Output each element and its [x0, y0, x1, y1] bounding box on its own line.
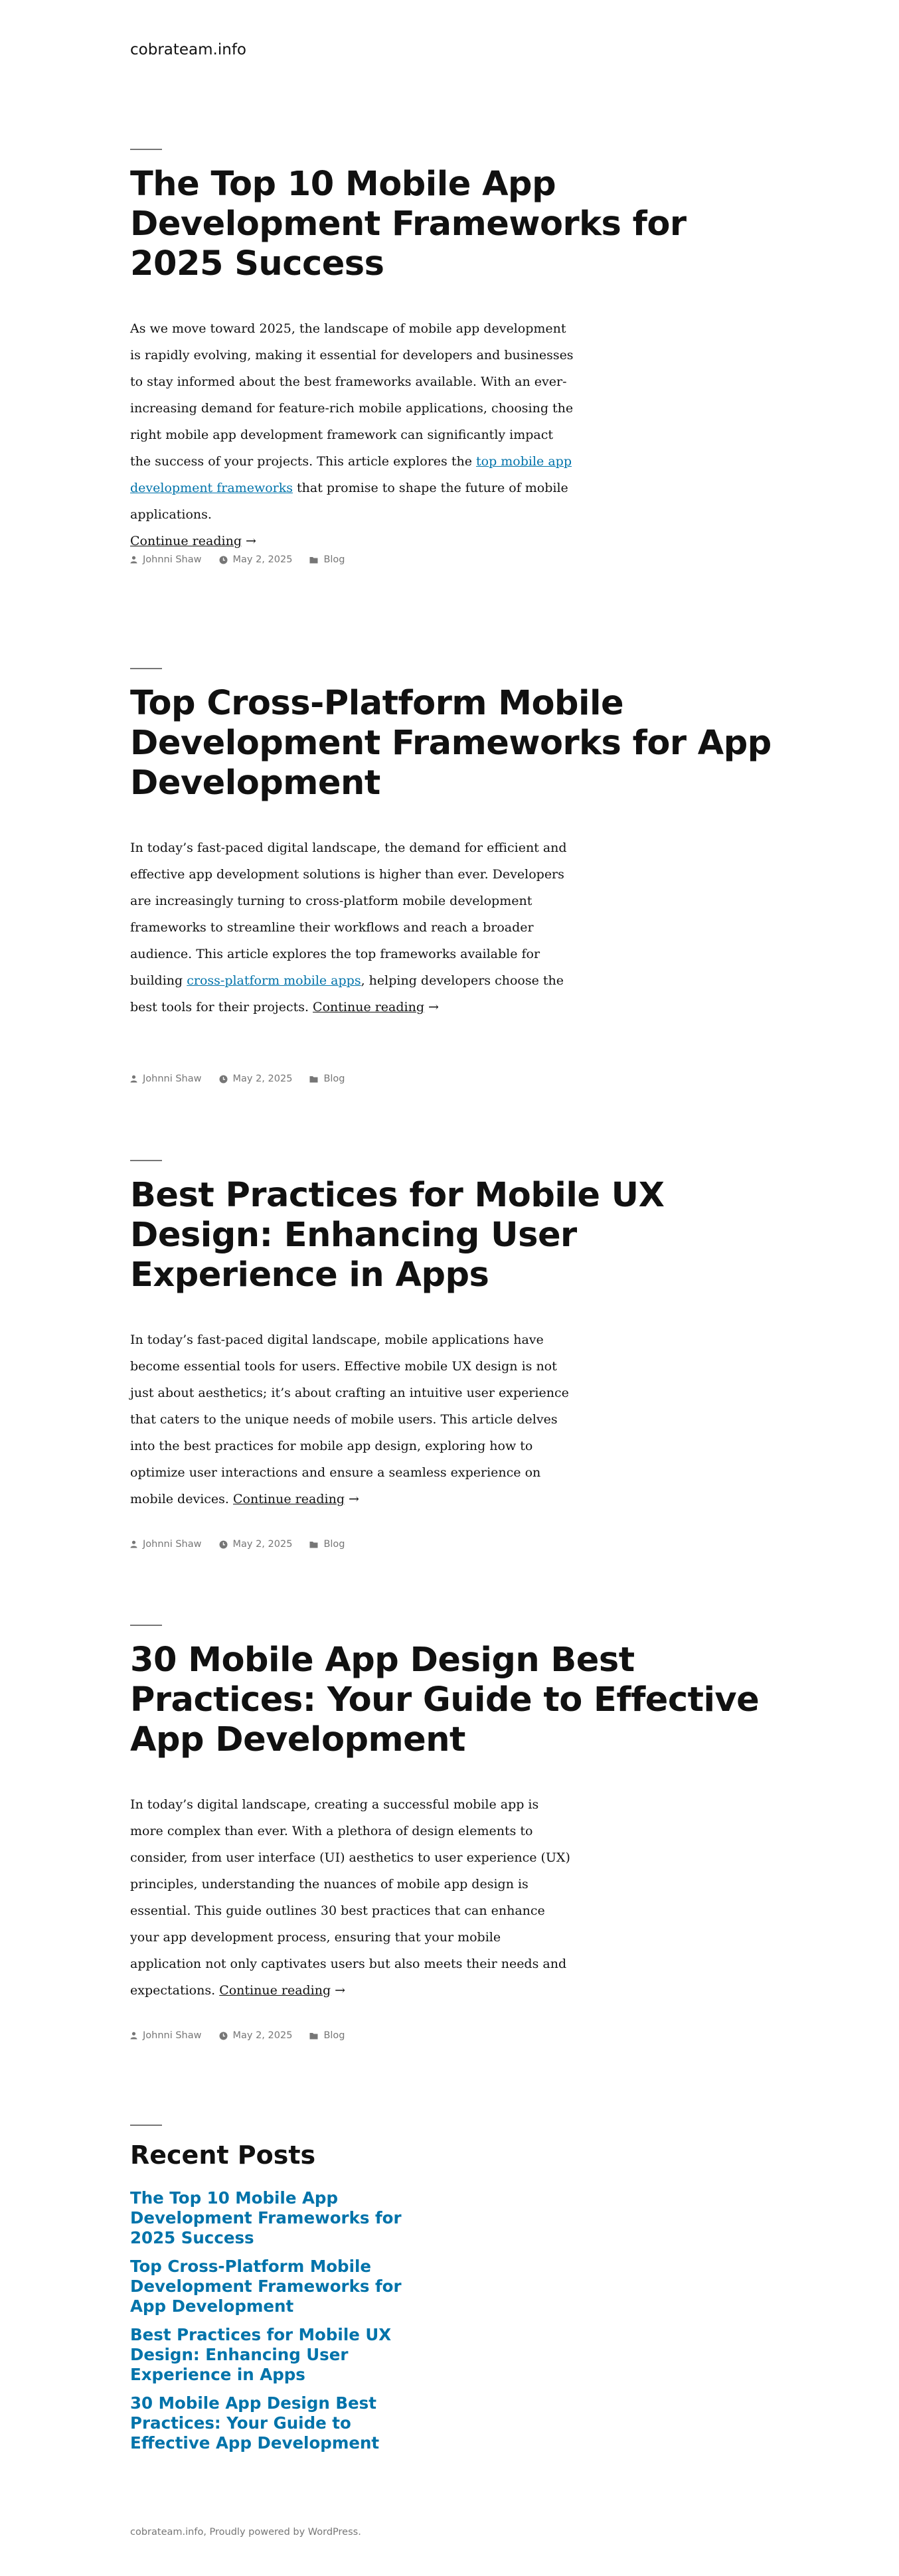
post-date[interactable]: May 2, 2025 [219, 554, 293, 565]
post-author[interactable]: Johnni Shaw [130, 1074, 202, 1084]
post-date[interactable]: May 2, 2025 [219, 2030, 293, 2041]
post-category[interactable]: Blog [309, 2030, 345, 2041]
continue-reading-link[interactable]: Continue reading [233, 1492, 345, 1506]
post-excerpt: In today’s digital landscape, creating a… [130, 1791, 575, 2004]
footer-text[interactable]: cobrateam.info, Proudly powered by WordP… [130, 2527, 361, 2537]
category-link[interactable]: Blog [323, 2030, 345, 2041]
post-author[interactable]: Johnni Shaw [130, 2030, 202, 2041]
continue-reading-link[interactable]: Continue reading [219, 1983, 331, 1998]
site-title[interactable]: cobrateam.info [130, 41, 246, 58]
post-title[interactable]: Top Cross-Platform Mobile Development Fr… [130, 684, 781, 804]
recent-posts-list: The Top 10 Mobile App Development Framew… [130, 2188, 436, 2453]
post-meta: Johnni Shaw May 2, 2025 Blog [130, 2030, 363, 2041]
person-icon [130, 1540, 137, 1548]
site-footer: cobrateam.info, Proudly powered by WordP… [130, 2527, 361, 2537]
arrow-right-icon: → [335, 1982, 346, 1998]
recent-post-link[interactable]: Best Practices for Mobile UX Design: Enh… [130, 2325, 436, 2385]
excerpt-text: In today’s fast-paced digital landscape,… [130, 840, 567, 988]
continue-reading-link[interactable]: Continue reading [130, 534, 242, 548]
post-excerpt: In today’s fast-paced digital landscape,… [130, 1327, 575, 1512]
category-link[interactable]: Blog [323, 1539, 345, 1550]
category-link[interactable]: Blog [323, 554, 345, 565]
person-icon [130, 1075, 137, 1083]
post-article: Top Cross-Platform Mobile Development Fr… [130, 668, 781, 1084]
excerpt-text: In today’s digital landscape, creating a… [130, 1797, 570, 1998]
excerpt-text: In today’s fast-paced digital landscape,… [130, 1332, 569, 1506]
post-date[interactable]: May 2, 2025 [219, 1074, 293, 1084]
widget-divider [130, 2125, 162, 2126]
post-article: 30 Mobile App Design Best Practices: You… [130, 1625, 781, 2041]
recent-posts-widget: Recent Posts The Top 10 Mobile App Devel… [130, 2125, 436, 2462]
post-divider [130, 149, 162, 150]
arrow-right-icon: → [428, 999, 439, 1014]
continue-reading-link[interactable]: Continue reading [313, 1000, 424, 1014]
arrow-right-icon: → [245, 533, 256, 548]
recent-post-link[interactable]: Top Cross-Platform Mobile Development Fr… [130, 2257, 436, 2316]
author-name[interactable]: Johnni Shaw [143, 2030, 202, 2041]
post-meta: Johnni Shaw May 2, 2025 Blog [130, 554, 363, 565]
arrow-right-icon: → [348, 1491, 359, 1506]
author-name[interactable]: Johnni Shaw [143, 1074, 202, 1084]
date-text[interactable]: May 2, 2025 [233, 1539, 293, 1550]
post-category[interactable]: Blog [309, 554, 345, 565]
post-category[interactable]: Blog [309, 1074, 345, 1084]
post-article: Best Practices for Mobile UX Design: Enh… [130, 1160, 781, 1550]
post-meta: Johnni Shaw May 2, 2025 Blog [130, 1074, 363, 1084]
post-excerpt: In today’s fast-paced digital landscape,… [130, 835, 575, 1020]
post-excerpt: As we move toward 2025, the landscape of… [130, 315, 575, 554]
date-text[interactable]: May 2, 2025 [233, 1074, 293, 1084]
clock-icon [219, 1540, 227, 1548]
folder-icon [309, 1076, 318, 1082]
post-title[interactable]: 30 Mobile App Design Best Practices: You… [130, 1641, 781, 1761]
post-divider [130, 1625, 162, 1626]
clock-icon [219, 2032, 227, 2040]
author-name[interactable]: Johnni Shaw [143, 1539, 202, 1550]
recent-post-link[interactable]: The Top 10 Mobile App Development Framew… [130, 2188, 436, 2248]
post-category[interactable]: Blog [309, 1539, 345, 1550]
widget-title: Recent Posts [130, 2140, 316, 2170]
post-date[interactable]: May 2, 2025 [219, 1539, 293, 1550]
folder-icon [309, 1541, 318, 1548]
person-icon [130, 2032, 137, 2040]
date-text[interactable]: May 2, 2025 [233, 554, 293, 565]
post-title[interactable]: Best Practices for Mobile UX Design: Enh… [130, 1176, 781, 1296]
post-divider [130, 668, 162, 669]
post-article: The Top 10 Mobile App Development Framew… [130, 149, 781, 565]
excerpt-text: As we move toward 2025, the landscape of… [130, 321, 574, 469]
folder-icon [309, 556, 318, 563]
category-link[interactable]: Blog [323, 1074, 345, 1084]
recent-post-link[interactable]: 30 Mobile App Design Best Practices: You… [130, 2393, 436, 2453]
clock-icon [219, 1075, 227, 1083]
post-divider [130, 1160, 162, 1161]
date-text[interactable]: May 2, 2025 [233, 2030, 293, 2041]
post-title[interactable]: The Top 10 Mobile App Development Framew… [130, 165, 781, 285]
person-icon [130, 556, 137, 564]
author-name[interactable]: Johnni Shaw [143, 554, 202, 565]
post-author[interactable]: Johnni Shaw [130, 1539, 202, 1550]
inline-link[interactable]: cross-platform mobile apps [187, 973, 361, 988]
post-author[interactable]: Johnni Shaw [130, 554, 202, 565]
clock-icon [219, 556, 227, 564]
post-meta: Johnni Shaw May 2, 2025 Blog [130, 1539, 363, 1550]
folder-icon [309, 2032, 318, 2039]
